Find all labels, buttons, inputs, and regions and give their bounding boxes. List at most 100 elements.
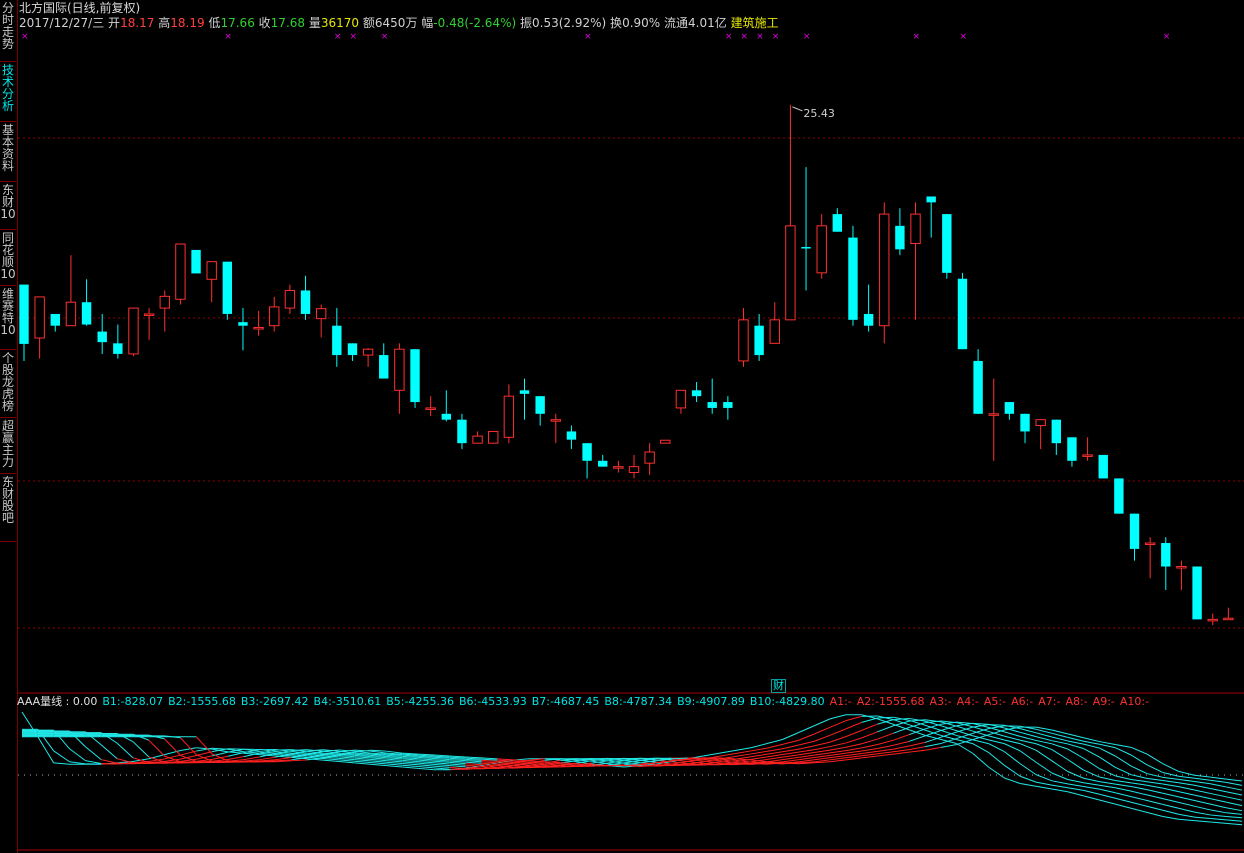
indicator-line-segment	[195, 736, 213, 755]
indicator-line-segment	[354, 757, 371, 760]
legend-b2: B2:-1555.68	[168, 695, 236, 708]
indicator-line-segment	[972, 752, 989, 768]
indicator-line-segment	[433, 762, 450, 765]
indicator-line-segment	[1226, 822, 1243, 826]
candle-body	[754, 325, 764, 356]
indicator-line-segment	[1004, 731, 1021, 737]
indicator-line-segment	[402, 762, 419, 766]
finance-marker[interactable]: 财	[771, 679, 786, 693]
indicator-line-segment	[449, 765, 466, 768]
indicator-line-segment	[1146, 794, 1163, 800]
indicator-line-segment	[861, 723, 878, 731]
indicator-line-segment	[1083, 740, 1100, 745]
candle-body	[582, 443, 592, 461]
indicator-line-segment	[782, 732, 799, 740]
indicator-line-segment	[877, 716, 894, 719]
indicator-line-segment	[1099, 768, 1116, 777]
indicator-line-segment	[861, 744, 878, 749]
indicator-line-segment	[1210, 803, 1227, 809]
indicator-line-segment	[877, 725, 894, 733]
indicator-line-segment	[988, 766, 1005, 779]
candle-body	[863, 313, 874, 326]
indicator-line-segment	[829, 728, 847, 736]
indicator-line-segment	[845, 729, 862, 738]
indicator-line-segment	[1210, 787, 1227, 793]
indicator-line-segment	[69, 748, 86, 762]
indicator-line-segment	[814, 718, 831, 727]
indicator-line-segment	[1178, 782, 1195, 786]
indicator-line-segment	[528, 766, 545, 768]
indicator-line-segment	[85, 760, 102, 764]
indicator-line-segment	[798, 757, 815, 761]
candle-body	[942, 214, 952, 273]
indicator-line-segment	[750, 750, 767, 755]
indicator-line-segment	[750, 756, 767, 760]
candle-body	[1129, 513, 1140, 549]
indicator-line-segment	[227, 752, 244, 757]
indicator-line-segment	[481, 759, 498, 762]
indicator-line-segment	[1035, 781, 1052, 786]
indicator-line-segment	[861, 750, 878, 754]
event-marker: ×	[334, 32, 342, 42]
indicator-line-segment	[402, 766, 419, 769]
legend-b5: B5:-4255.36	[386, 695, 454, 708]
indicator-line-segment	[322, 758, 339, 761]
indicator-line-segment	[829, 752, 846, 756]
chart-canvas[interactable]: 25.43 × × × × × × × × × × × × × ×	[0, 0, 1244, 853]
indicator-line-segment	[1146, 753, 1164, 765]
candle-body	[410, 349, 420, 403]
indicator-line-segment	[1035, 761, 1053, 774]
indicator-line-segment	[1210, 779, 1227, 783]
indicator-line-segment	[1210, 783, 1227, 788]
indicator-line-segment	[861, 748, 878, 752]
indicator-line-segment	[829, 742, 847, 748]
legend-b7: B7:-4687.45	[531, 695, 600, 708]
candle-body	[1035, 419, 1046, 427]
indicator-line-segment	[877, 751, 894, 755]
indicator-line-segment	[1004, 735, 1021, 741]
indicator-line-segment	[180, 747, 197, 751]
indicator-line-segment	[909, 746, 926, 751]
indicator-line-segment	[1131, 778, 1148, 783]
indicator-line-segment	[1099, 776, 1116, 782]
indicator-line-segment	[1162, 763, 1179, 772]
indicator-line-segment	[418, 764, 434, 767]
indicator-line-segment	[750, 747, 767, 752]
indicator-line-segment	[1083, 757, 1100, 770]
candle-body	[1176, 566, 1187, 569]
indicator-line-segment	[1162, 816, 1179, 820]
indicator-line-segment	[1051, 743, 1068, 750]
indicator-line-segment	[322, 759, 339, 762]
indicator-line-segment	[782, 739, 799, 745]
indicator-line-segment	[845, 757, 862, 761]
indicator-line-segment	[497, 758, 514, 761]
indicator-line-segment	[1004, 743, 1021, 752]
indicator-line-segment	[766, 751, 783, 755]
candle-body	[1207, 618, 1218, 622]
candle-body	[644, 451, 655, 464]
indicator-line-segment	[370, 762, 387, 765]
indicator-line-segment	[1226, 791, 1243, 796]
indicator-line-segment	[449, 766, 466, 770]
candle-body	[535, 396, 545, 414]
indicator-line-segment	[1226, 781, 1243, 786]
indicator-line-segment	[925, 742, 942, 748]
candle-body	[472, 435, 483, 444]
candle-body	[1114, 478, 1124, 514]
indicator-line-segment	[1083, 795, 1100, 801]
indicator-line-segment	[354, 762, 371, 765]
indicator-line-segment	[1067, 748, 1084, 759]
candle-body	[691, 390, 702, 397]
indicator-line-segment	[1130, 774, 1148, 779]
indicator-line-segment	[1083, 737, 1100, 743]
indicator-line-segment	[845, 755, 862, 759]
indicator-line-segment	[988, 724, 1005, 726]
event-marker: ×	[725, 32, 733, 42]
indicator-line-segment	[1194, 820, 1211, 823]
indicator-line-segment	[418, 759, 434, 762]
indicator-line-segment	[814, 734, 831, 742]
indicator-line-segment	[338, 761, 355, 764]
indicator-line-segment	[1130, 790, 1148, 796]
indicator-line-segment	[402, 764, 419, 768]
candle-body	[1161, 543, 1171, 567]
